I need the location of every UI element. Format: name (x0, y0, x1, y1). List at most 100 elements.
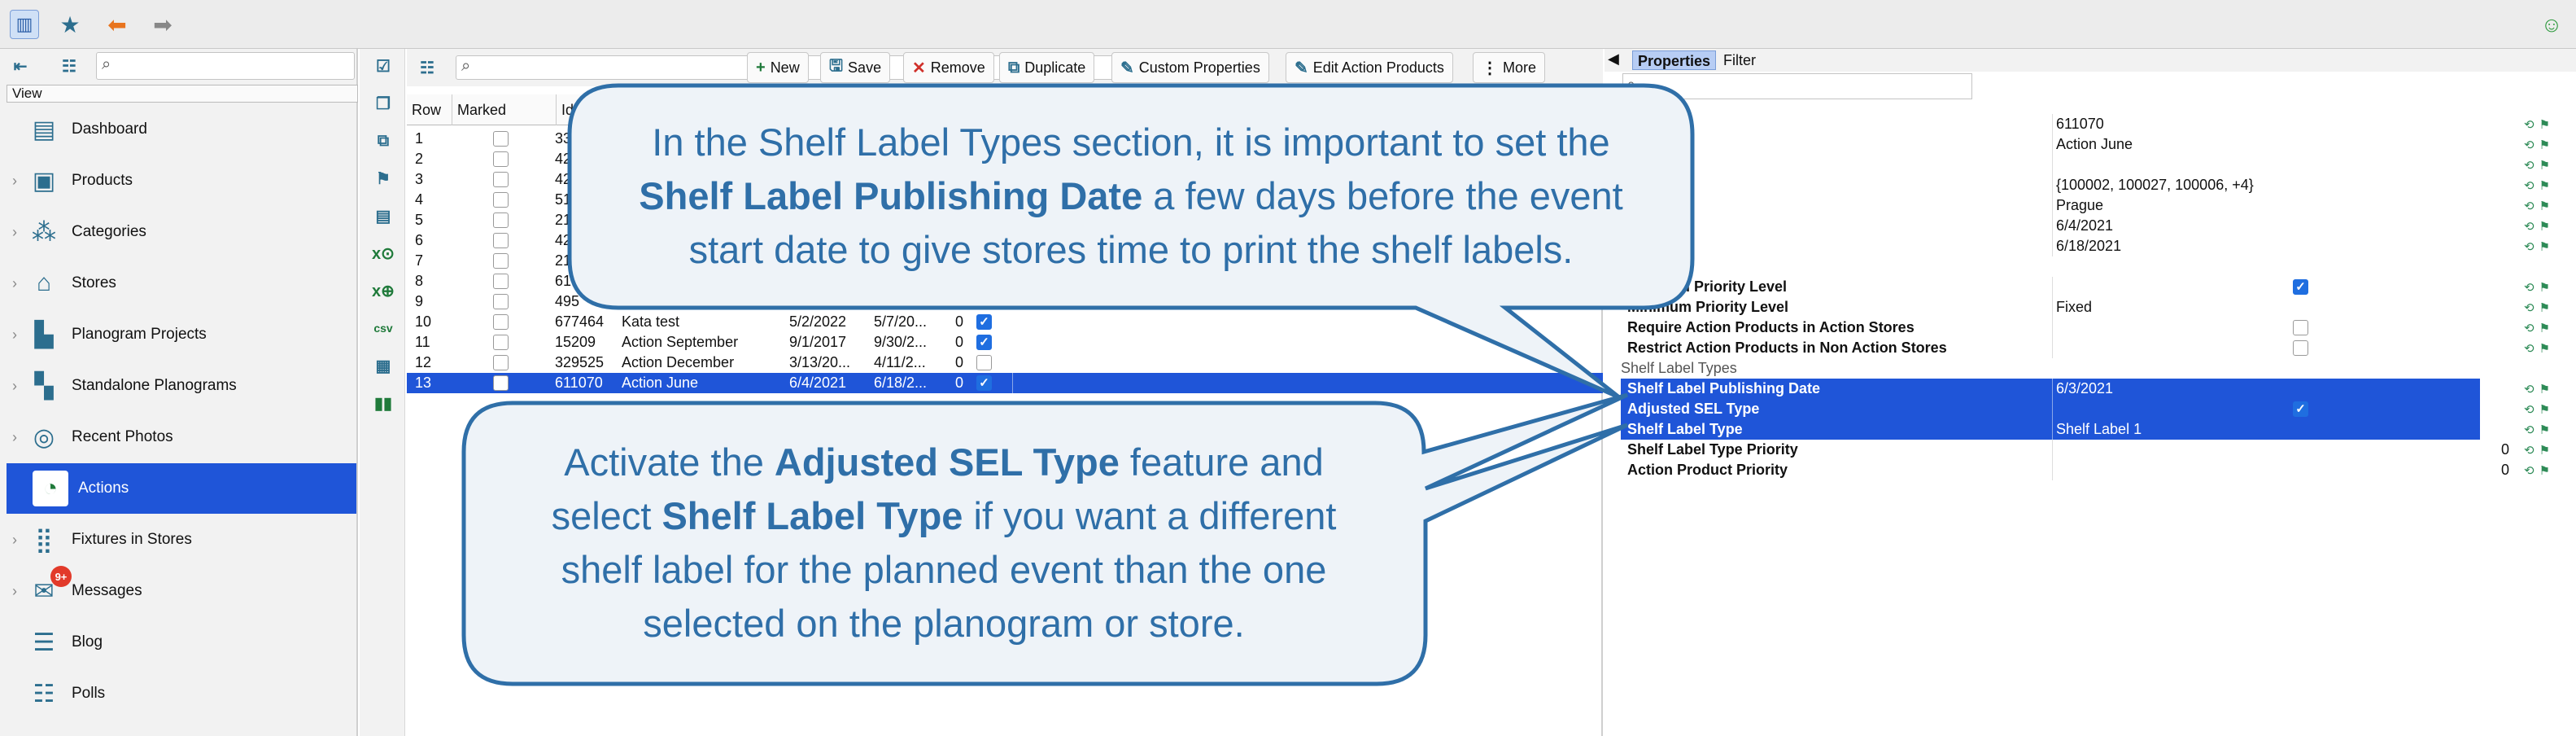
reset-icon[interactable]: ⟲ (2524, 382, 2535, 396)
property-value[interactable]: 611070 (2052, 114, 2104, 134)
reset-icon[interactable]: ⟲ (2524, 178, 2535, 193)
table-row[interactable]: 10 677464 Kata test 5/2/2022 5/7/20... 0 (407, 312, 1603, 332)
property-row[interactable]: Adjusted Priority Level⟲⚑ (1621, 277, 2576, 297)
remove-button[interactable]: ✕ Remove (903, 52, 994, 83)
flag-icon[interactable]: ⚑ (2539, 280, 2550, 295)
flag-icon[interactable]: ⚑ (2539, 423, 2550, 437)
reset-icon[interactable]: ⟲ (2524, 341, 2535, 356)
excel-import-icon[interactable]: x⊙ (371, 241, 395, 265)
flag-icon[interactable]: ⚑ (2539, 158, 2550, 173)
property-checkbox[interactable] (2293, 401, 2308, 417)
property-row[interactable]: 611070 ⟲ ⚑ (1621, 114, 2576, 134)
back-arrow-icon[interactable]: ⬅ (103, 10, 132, 39)
marked-checkbox[interactable] (493, 314, 509, 330)
marked-checkbox[interactable] (493, 335, 509, 350)
marked-checkbox[interactable] (493, 233, 509, 248)
tab-filter[interactable]: Filter (1718, 50, 1761, 70)
reset-icon[interactable]: ⟲ (2524, 423, 2535, 437)
reset-icon[interactable]: ⟲ (2524, 300, 2535, 315)
marked-checkbox[interactable] (493, 294, 509, 309)
reset-icon[interactable]: ⟲ (2524, 443, 2535, 458)
chevron-right-icon[interactable]: › (7, 583, 23, 600)
reset-icon[interactable]: ⟲ (2524, 158, 2535, 173)
table-row[interactable]: 11 15209 Action September 9/1/2017 9/30/2...… (407, 332, 1603, 353)
flag-icon[interactable]: ⚑ (371, 166, 395, 191)
active-checkbox[interactable] (976, 314, 992, 330)
flag-icon[interactable]: ⚑ (2539, 300, 2550, 315)
reset-icon[interactable]: ⟲ (2524, 219, 2535, 234)
flag-icon[interactable]: ⚑ (2539, 199, 2550, 213)
reset-icon[interactable]: ⟲ (2524, 321, 2535, 335)
flag-icon[interactable]: ⚑ (2539, 239, 2550, 254)
property-value[interactable] (2052, 460, 2056, 480)
reset-icon[interactable]: ⟲ (2524, 402, 2535, 417)
document-icon[interactable]: ▤ (371, 204, 395, 228)
property-value[interactable] (2052, 277, 2056, 297)
marked-checkbox[interactable] (493, 212, 509, 228)
active-checkbox[interactable] (976, 335, 992, 350)
marked-checkbox[interactable] (493, 253, 509, 269)
property-row[interactable]: Date 6/18/2021 ⟲ ⚑ (1621, 236, 2576, 256)
flag-icon[interactable]: ⚑ (2539, 382, 2550, 396)
sidebar-item-planogram-projects[interactable]: › ▙ Planogram Projects (0, 309, 358, 360)
custom-properties-button[interactable]: ✎ Custom Properties (1111, 52, 1269, 83)
reset-icon[interactable]: ⟲ (2524, 138, 2535, 152)
property-row[interactable]: Restrict Action Products in Non Action S… (1621, 338, 2576, 358)
property-value[interactable] (2052, 440, 2056, 460)
chevron-right-icon[interactable]: › (7, 224, 23, 241)
sidebar-item-blog[interactable]: ☰ Blog (0, 617, 358, 668)
property-value[interactable]: Action June (2052, 134, 2133, 155)
star-icon[interactable]: ★ (55, 10, 85, 39)
sidebar-item-fixtures-in-stores[interactable]: › ⣿ Fixtures in Stores (0, 515, 358, 565)
reset-icon[interactable]: ⟲ (2524, 117, 2535, 132)
excel-export-icon[interactable]: x⊕ (371, 278, 395, 303)
duplicate-button[interactable]: ⧉ Duplicate (999, 52, 1095, 83)
chevron-right-icon[interactable]: › (7, 429, 23, 446)
copy-icon[interactable]: ❐ (371, 91, 395, 116)
table-row[interactable]: 13 611070 Action June 6/4/2021 6/18/2... 0 (407, 373, 1603, 393)
flag-icon[interactable]: ⚑ (2539, 463, 2550, 478)
property-row[interactable]: ription ⟲ ⚑ (1621, 155, 2576, 175)
marked-checkbox[interactable] (493, 131, 509, 147)
property-value[interactable] (2052, 155, 2056, 175)
table-row[interactable]: 9 495 (407, 291, 1603, 312)
marked-checkbox[interactable] (493, 151, 509, 167)
sidebar-item-dashboard[interactable]: ▤ Dashboard (0, 104, 358, 155)
column-header-marked[interactable]: Marked (452, 94, 557, 125)
property-row[interactable]: duct Set {100002, 100027, 100006, +4} ⟲ ⚑ (1621, 175, 2576, 195)
properties-search-input[interactable]: ⌕ (1622, 73, 1972, 99)
property-row[interactable]: Shelf Label Publishing Date 6/3/2021 ⟲ ⚑ (1621, 379, 2550, 399)
reset-icon[interactable]: ⟲ (2524, 199, 2535, 213)
property-row[interactable]: Require Action Products in Action Stores… (1621, 318, 2576, 338)
sidebar-item-standalone-planograms[interactable]: › ▚ Standalone Planograms (0, 361, 358, 411)
reset-icon[interactable]: ⟲ (2524, 239, 2535, 254)
save-button[interactable]: 🖫 Save (820, 52, 891, 83)
property-row[interactable]: Shelf Label Types (1621, 358, 2576, 379)
chevron-right-icon[interactable]: › (7, 326, 23, 344)
property-value[interactable]: Fixed (2052, 297, 2092, 318)
property-value[interactable]: Shelf Label 1 (2052, 419, 2142, 440)
marked-checkbox[interactable] (493, 355, 509, 370)
sidebar-item-messages[interactable]: › ✉ Messages 9+ (0, 566, 358, 616)
property-row[interactable]: Minimum Priority Level Fixed ⟲ ⚑ (1621, 297, 2576, 318)
property-row[interactable]: ity Level (1621, 256, 2576, 277)
marked-checkbox[interactable] (493, 375, 509, 391)
table-settings-icon[interactable]: ☷ (415, 55, 439, 80)
reset-icon[interactable]: ⟲ (2524, 280, 2535, 295)
property-row[interactable]: Shelf Label Type Priority 0 ⟲ ⚑ (1621, 440, 2576, 460)
sidebar-toggle-icon[interactable]: ▥ (10, 10, 39, 39)
chart-icon[interactable]: ▮▮ (371, 391, 395, 415)
sidebar-item-stores[interactable]: › ⌂ Stores (0, 258, 358, 309)
column-header-row[interactable]: Row (407, 94, 452, 125)
edit-action-products-button[interactable]: ✎ Edit Action Products (1286, 52, 1453, 83)
collapse-tree-icon[interactable]: ⇤ (8, 54, 33, 78)
tab-properties[interactable]: Properties (1632, 50, 1717, 70)
reset-icon[interactable]: ⟲ (2524, 463, 2535, 478)
collapse-arrow-icon[interactable]: ◀ (1608, 50, 1619, 68)
property-row[interactable]: Action Product Priority 0 ⟲ ⚑ (1621, 460, 2576, 480)
report-icon[interactable]: ▦ (371, 353, 395, 378)
forward-arrow-icon[interactable]: ➡ (148, 10, 177, 39)
property-checkbox[interactable] (2293, 320, 2308, 335)
property-checkbox[interactable] (2293, 340, 2308, 356)
property-value[interactable] (2052, 399, 2056, 419)
